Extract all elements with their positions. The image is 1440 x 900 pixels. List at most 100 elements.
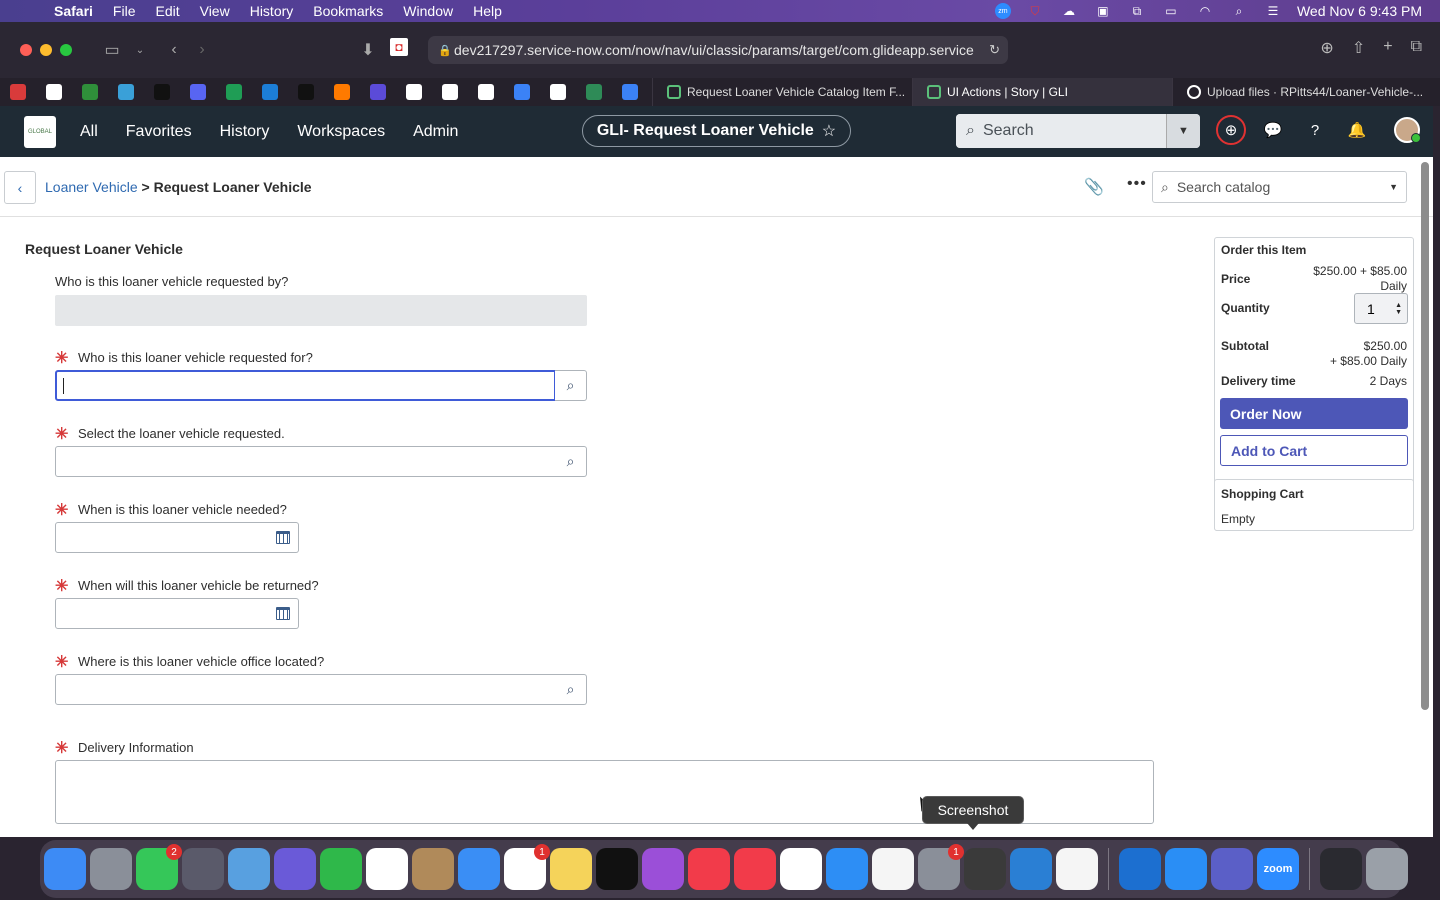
window-status-icon[interactable]: ⧉	[1127, 4, 1147, 18]
dock-reminders-icon[interactable]: 1	[504, 844, 550, 890]
favorite-bookmark-icon[interactable]	[324, 78, 360, 106]
shield-status-icon[interactable]: ⛉	[1025, 4, 1045, 18]
vehicle-input[interactable]	[55, 446, 556, 477]
reload-icon[interactable]: ↻	[989, 42, 1000, 58]
downloads-icon[interactable]: ⊕	[1320, 38, 1333, 58]
new-tab-icon[interactable]: +	[1383, 38, 1392, 58]
office-lookup-button[interactable]: ⌕	[555, 674, 587, 705]
share-icon[interactable]: ⇧	[1352, 38, 1365, 58]
return-date-picker-button[interactable]	[267, 598, 299, 629]
menu-clock[interactable]: Wed Nov 6 9:43 PM	[1297, 3, 1422, 19]
nav-workspaces[interactable]: Workspaces	[297, 123, 385, 141]
global-search-input[interactable]: ⌕ Search	[956, 114, 1166, 148]
menu-file[interactable]: File	[103, 3, 146, 19]
favorite-bookmark-icon[interactable]	[216, 78, 252, 106]
address-bar[interactable]: 🔒 dev217297.service-now.com/now/nav/ui/c…	[428, 36, 1008, 64]
avatar[interactable]	[1394, 117, 1421, 143]
download-extension-icon[interactable]: ⬇	[354, 40, 382, 60]
favorite-bookmark-icon[interactable]	[576, 78, 612, 106]
favorite-bookmark-icon[interactable]	[180, 78, 216, 106]
menu-edit[interactable]: Edit	[145, 3, 189, 19]
requested-for-input[interactable]	[55, 370, 556, 401]
back-button[interactable]: ‹	[4, 171, 36, 204]
dock-notes-icon[interactable]	[550, 848, 592, 890]
dock-photos-icon[interactable]	[872, 848, 914, 890]
favorite-bookmark-icon[interactable]	[468, 78, 504, 106]
dock-screenshot-icon[interactable]	[964, 848, 1006, 890]
sidebar-toggle-icon[interactable]: ▭	[98, 40, 126, 60]
dock-music-icon[interactable]	[734, 848, 776, 890]
dock-app-store-icon[interactable]	[826, 848, 868, 890]
close-window-button[interactable]	[20, 44, 32, 56]
dock-notion-icon[interactable]	[780, 848, 822, 890]
dock-podcasts-icon[interactable]	[642, 848, 684, 890]
cloud-status-icon[interactable]: ☁	[1059, 4, 1079, 18]
page-scrollbar[interactable]	[1421, 162, 1429, 710]
menu-history[interactable]: History	[240, 3, 304, 19]
bell-icon[interactable]: 🔔	[1342, 115, 1372, 145]
dock-launchpad-icon[interactable]	[90, 848, 132, 890]
menu-bookmarks[interactable]: Bookmarks	[303, 3, 393, 19]
tab-ui-actions[interactable]: UI Actions | Story | GLI	[912, 78, 1172, 106]
favorite-bookmark-icon[interactable]	[504, 78, 540, 106]
dock-mail-icon[interactable]	[458, 848, 500, 890]
chat-icon[interactable]: 💬	[1258, 115, 1288, 145]
caret-down-icon[interactable]: ▼	[1389, 182, 1398, 192]
quantity-select[interactable]: 1 ▲ ▼	[1354, 293, 1408, 324]
dock-settings-icon[interactable]: 1	[918, 844, 964, 890]
dock-zoom-icon[interactable]: zoom	[1257, 848, 1299, 890]
nav-history[interactable]: History	[220, 123, 270, 141]
tab-overview-icon[interactable]: ⧉	[1411, 38, 1422, 58]
favorite-bookmark-icon[interactable]	[432, 78, 468, 106]
spotlight-icon[interactable]: ⌕	[1229, 4, 1249, 18]
battery-icon[interactable]: ▭	[1161, 4, 1181, 18]
dock-messages-icon[interactable]: 2	[136, 844, 182, 890]
dock-finder-icon[interactable]	[44, 848, 86, 890]
menu-window[interactable]: Window	[393, 3, 463, 19]
help-icon[interactable]: ?	[1300, 115, 1330, 145]
favorite-bookmark-icon[interactable]	[540, 78, 576, 106]
paperclip-icon[interactable]: 📎	[1084, 177, 1104, 197]
dock-outlook-icon[interactable]	[1119, 848, 1161, 890]
back-arrow-icon[interactable]: ‹	[160, 41, 188, 59]
control-center-icon[interactable]: ☰	[1263, 4, 1283, 18]
dock-maps-icon[interactable]	[228, 848, 270, 890]
dock-calendar-icon[interactable]	[366, 848, 408, 890]
tab-request-loaner-vehicle[interactable]: Request Loaner Vehicle Catalog Item F...	[652, 78, 912, 106]
needed-date-picker-button[interactable]	[267, 522, 299, 553]
minimize-window-button[interactable]	[40, 44, 52, 56]
dock-window-icon[interactable]	[1320, 848, 1362, 890]
zoom-status-icon[interactable]: zm	[994, 3, 1011, 19]
dock-facetime-icon[interactable]	[320, 848, 362, 890]
dock-prism-icon[interactable]	[274, 848, 316, 890]
wifi-icon[interactable]: ◠	[1195, 4, 1215, 18]
requested-for-lookup-button[interactable]: ⌕	[555, 370, 587, 401]
favorite-bookmark-icon[interactable]	[360, 78, 396, 106]
context-title-pill[interactable]: GLI- Request Loaner Vehicle ☆	[582, 115, 851, 147]
needed-date-input[interactable]	[55, 522, 268, 553]
dock-contacts-icon[interactable]	[412, 848, 454, 890]
more-options-icon[interactable]: •••	[1127, 175, 1147, 193]
tab-upload-files[interactable]: Upload files · RPitts44/Loaner-Vehicle-.…	[1172, 78, 1432, 106]
favorite-bookmark-icon[interactable]	[396, 78, 432, 106]
search-scope-dropdown[interactable]: ▼	[1166, 114, 1200, 148]
favorite-bookmark-icon[interactable]	[36, 78, 72, 106]
menu-safari[interactable]: Safari	[44, 3, 103, 19]
dock-vs-code-icon[interactable]	[1010, 848, 1052, 890]
vehicle-lookup-button[interactable]: ⌕	[555, 446, 587, 477]
zoom-window-button[interactable]	[60, 44, 72, 56]
favorite-bookmark-icon[interactable]	[612, 78, 648, 106]
star-icon[interactable]: ☆	[822, 121, 836, 141]
dock-chrome-icon[interactable]	[1056, 848, 1098, 890]
dock-safari-icon[interactable]	[1165, 848, 1207, 890]
dock-tv-icon[interactable]	[596, 848, 638, 890]
dock-news-icon[interactable]	[688, 848, 730, 890]
forward-arrow-icon[interactable]: ›	[188, 41, 216, 59]
nav-favorites[interactable]: Favorites	[126, 123, 192, 141]
favorite-bookmark-icon[interactable]	[144, 78, 180, 106]
nav-all[interactable]: All	[80, 123, 98, 141]
global-search[interactable]: ⌕ Search ▼	[956, 114, 1200, 148]
stepper-arrows-icon[interactable]: ▲ ▼	[1395, 302, 1402, 316]
favorite-bookmark-icon[interactable]	[0, 78, 36, 106]
dock-teams-icon[interactable]	[1211, 848, 1253, 890]
